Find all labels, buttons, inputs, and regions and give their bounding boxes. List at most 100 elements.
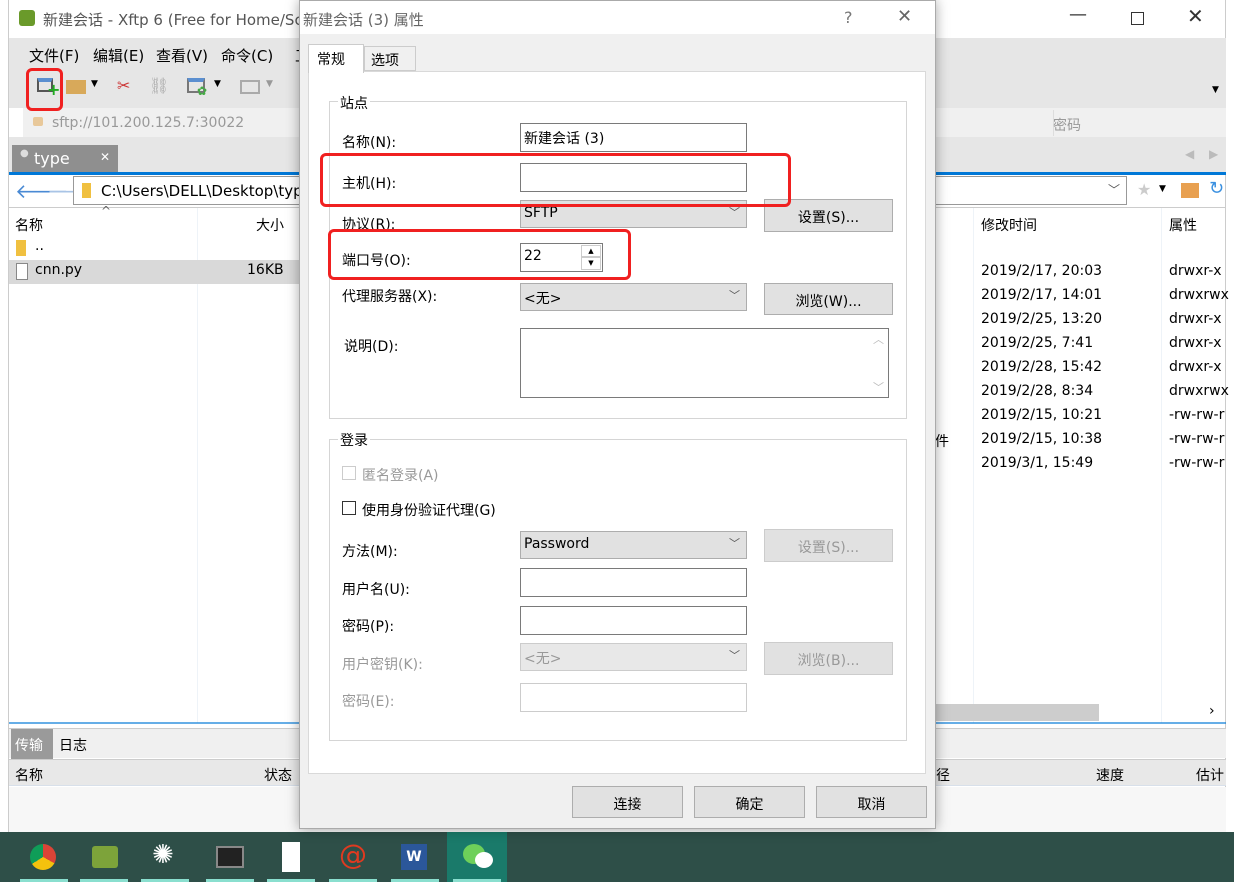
horizontal-scrollbar-thumb[interactable] xyxy=(929,704,1099,721)
bookmark-star-icon[interactable]: ★ xyxy=(1137,180,1151,199)
description-textarea[interactable]: ︿ ﹀ xyxy=(520,328,889,398)
user-key-select[interactable]: <无> ﹀ xyxy=(520,643,747,671)
list-item[interactable]: cnn.py 16KB xyxy=(9,260,299,284)
close-button[interactable]: ✕ xyxy=(1187,4,1204,28)
remote-file-attr[interactable]: -rw-rw-r xyxy=(1169,407,1224,423)
taskbar-snail-app[interactable]: @ xyxy=(323,832,383,882)
tab-transfers[interactable]: 传输 xyxy=(11,729,53,759)
remote-file-modified[interactable]: 2019/2/25, 7:41 xyxy=(981,335,1093,351)
password-input[interactable] xyxy=(520,606,747,635)
remote-file-modified[interactable]: 2019/2/17, 14:01 xyxy=(981,287,1102,303)
chevron-down-icon[interactable]: ﹀ xyxy=(1108,181,1120,198)
menu-command[interactable]: 命令(C) xyxy=(221,45,273,66)
method-select[interactable]: Password ﹀ xyxy=(520,531,747,559)
list-item[interactable]: .. xyxy=(9,236,299,260)
open-folder-icon[interactable] xyxy=(66,80,86,94)
col-name[interactable]: 名称 xyxy=(15,765,43,785)
taskbar-chrome[interactable] xyxy=(14,832,74,882)
scroll-right-icon[interactable]: › xyxy=(1209,703,1215,719)
remote-file-attr[interactable]: drwxrwx xyxy=(1169,383,1229,399)
local-path-input[interactable]: C:\Users\DELL\Desktop\typ xyxy=(73,176,323,205)
play-icon[interactable] xyxy=(240,80,260,94)
menu-view[interactable]: 查看(V) xyxy=(156,45,208,66)
col-attributes[interactable]: 属性 xyxy=(1169,215,1197,235)
lock-icon xyxy=(33,117,43,126)
taskbar-calculator[interactable] xyxy=(261,832,321,882)
scroll-up-icon[interactable]: ︿ xyxy=(873,331,884,347)
col-size[interactable]: 大小 xyxy=(256,215,284,235)
folder-icon xyxy=(16,240,26,256)
dropdown-arrow-icon[interactable]: ▼ xyxy=(1159,184,1166,194)
tab-log[interactable]: 日志 xyxy=(59,735,87,755)
help-button[interactable]: ? xyxy=(844,8,853,27)
maximize-button[interactable] xyxy=(1131,12,1144,25)
taskbar-xftp[interactable] xyxy=(74,832,134,882)
method-settings-button[interactable]: 设置(S)... xyxy=(764,529,893,562)
minimize-button[interactable]: — xyxy=(1069,4,1087,25)
toolbar-overflow-icon[interactable]: ▼ xyxy=(1212,85,1219,95)
remote-file-attr[interactable]: drwxr-x xyxy=(1169,359,1222,375)
remote-file-attr[interactable]: drwxr-x xyxy=(1169,311,1222,327)
file-icon xyxy=(16,263,28,280)
dropdown-arrow-icon[interactable]: ▼ xyxy=(266,79,273,89)
close-tab-icon[interactable]: ✕ xyxy=(100,150,110,164)
address-input[interactable]: sftp://101.200.125.7:30022 xyxy=(52,115,244,131)
cancel-button[interactable]: 取消 xyxy=(816,786,927,818)
remote-file-modified[interactable]: 2019/2/17, 20:03 xyxy=(981,263,1102,279)
dialog-close-button[interactable]: ✕ xyxy=(897,6,912,27)
name-input[interactable]: 新建会话 (3) xyxy=(520,123,747,152)
scroll-down-icon[interactable]: ﹀ xyxy=(873,379,884,395)
col-path[interactable]: 径 xyxy=(936,765,950,785)
remote-file-modified[interactable]: 2019/2/28, 15:42 xyxy=(981,359,1102,375)
tab-scroll-left-icon[interactable]: ◀ xyxy=(1185,147,1194,161)
reconnect-icon[interactable]: ⛓ xyxy=(149,76,169,95)
col-name[interactable]: 名称 xyxy=(15,215,43,235)
tab-general[interactable]: 常规 xyxy=(308,44,364,73)
remote-file-modified[interactable]: 2019/2/15, 10:21 xyxy=(981,407,1102,423)
col-speed[interactable]: 速度 xyxy=(1096,765,1124,785)
folder-icon xyxy=(82,183,91,198)
disconnect-icon[interactable]: ✂ xyxy=(117,76,130,95)
tab-options[interactable]: 选项 xyxy=(364,46,416,71)
remote-file-modified[interactable]: 2019/3/1, 15:49 xyxy=(981,455,1093,471)
remote-file-modified[interactable]: 2019/2/15, 10:38 xyxy=(981,431,1102,447)
ok-button[interactable]: 确定 xyxy=(694,786,805,818)
auth-agent-label: 使用身份验证代理(G) xyxy=(362,503,496,519)
home-folder-icon[interactable] xyxy=(1181,183,1199,198)
proxy-select[interactable]: <无> ﹀ xyxy=(520,283,747,311)
remote-path-input[interactable]: ﹀ xyxy=(929,176,1127,205)
remote-file-attr[interactable]: drwxrwx xyxy=(1169,287,1229,303)
refresh-icon[interactable]: ↻ xyxy=(1209,178,1224,199)
remote-file-attr[interactable]: drwxr-x xyxy=(1169,263,1222,279)
password-input[interactable]: 密码 xyxy=(1053,115,1081,135)
taskbar-terminal[interactable] xyxy=(200,832,260,882)
browse-key-button[interactable]: 浏览(B)... xyxy=(764,642,893,675)
auth-agent-checkbox[interactable] xyxy=(342,501,356,515)
col-status[interactable]: 状态 xyxy=(264,765,292,785)
dropdown-arrow-icon[interactable]: ▼ xyxy=(214,79,221,89)
taskbar-network-tool[interactable]: ✺ xyxy=(135,832,195,882)
passphrase-input[interactable] xyxy=(520,683,747,712)
remote-file-attr[interactable]: -rw-rw-r xyxy=(1169,431,1224,447)
session-tab[interactable]: ● type ✕ xyxy=(12,145,118,172)
tab-scroll-right-icon[interactable]: ▶ xyxy=(1209,147,1218,161)
connect-button[interactable]: 连接 xyxy=(572,786,683,818)
dropdown-arrow-icon[interactable]: ▼ xyxy=(91,79,98,89)
remote-file-modified[interactable]: 2019/2/28, 8:34 xyxy=(981,383,1093,399)
remote-file-attr[interactable]: drwxr-x xyxy=(1169,335,1222,351)
taskbar-wechat[interactable] xyxy=(447,832,507,882)
username-input[interactable] xyxy=(520,568,747,597)
highlight-port xyxy=(328,229,631,280)
name-label: 名称(N): xyxy=(342,135,397,151)
anonymous-checkbox[interactable] xyxy=(342,466,356,480)
file-name: cnn.py xyxy=(35,262,83,278)
taskbar-word[interactable]: W xyxy=(385,832,445,882)
col-modified[interactable]: 修改时间 xyxy=(981,215,1037,235)
remote-file-modified[interactable]: 2019/2/25, 13:20 xyxy=(981,311,1102,327)
remote-file-attr[interactable]: -rw-rw-r xyxy=(1169,455,1224,471)
col-eta[interactable]: 估计 xyxy=(1196,765,1224,785)
menu-file[interactable]: 文件(F) xyxy=(29,45,79,66)
browse-proxy-button[interactable]: 浏览(W)... xyxy=(764,283,893,315)
terminal-icon xyxy=(216,846,244,868)
menu-edit[interactable]: 编辑(E) xyxy=(93,45,144,66)
